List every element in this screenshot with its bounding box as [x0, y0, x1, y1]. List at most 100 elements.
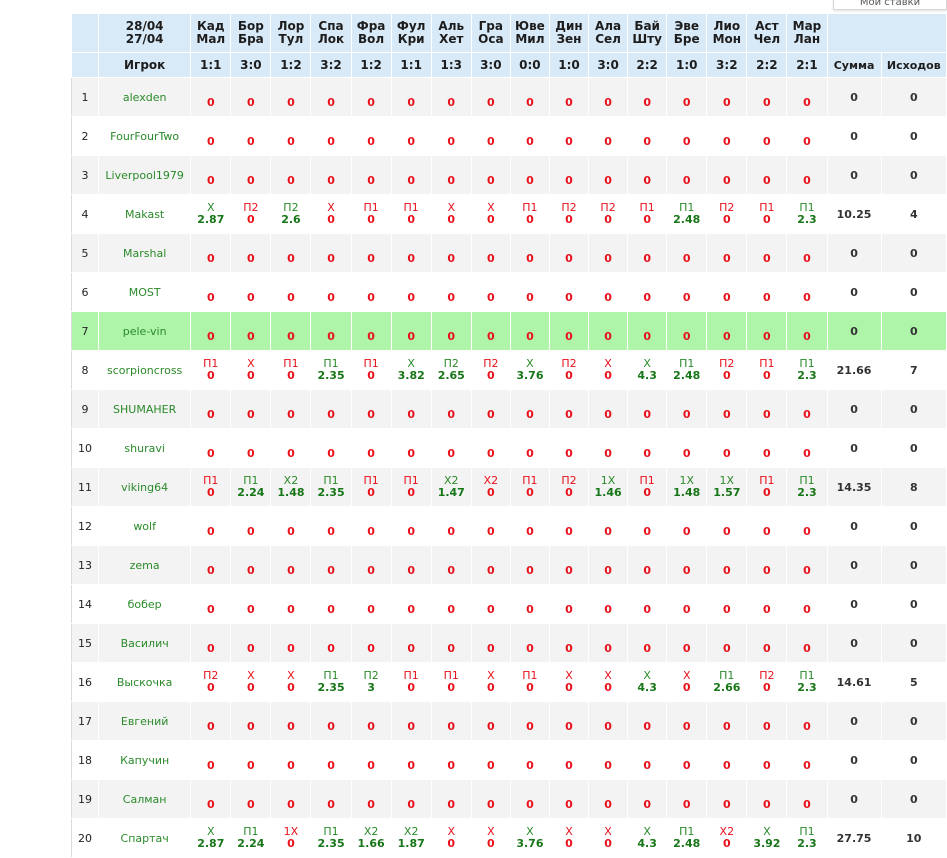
- match-header[interactable]: Мар Лан: [786, 13, 828, 53]
- match-header[interactable]: Фра Вол: [350, 13, 392, 53]
- table-row: 15 Василич 0 0 0 0 0 0 0 0 0 0 0 0 0 0 0 0 0 0: [70, 623, 947, 663]
- prediction-odds: 0: [287, 642, 295, 655]
- match-header[interactable]: Аль Хет: [430, 13, 472, 53]
- prediction-odds: 0: [487, 837, 495, 850]
- prediction-odds: 0: [722, 213, 731, 226]
- prediction-odds: 0: [287, 135, 295, 148]
- prediction-odds: 0: [206, 642, 215, 655]
- match-header[interactable]: Дин Зен: [548, 13, 590, 53]
- player-name[interactable]: FourFourTwo: [98, 116, 192, 156]
- prediction-odds: 0: [367, 135, 375, 148]
- prediction-odds: 0: [565, 486, 573, 499]
- prediction-odds: 0: [565, 213, 573, 226]
- prediction-cell: 0: [627, 623, 668, 663]
- player-name[interactable]: Выскочка: [98, 662, 192, 702]
- prediction-odds: 0: [407, 486, 415, 499]
- match-header[interactable]: Лор Тул: [270, 13, 312, 53]
- player-name[interactable]: бобер: [98, 584, 192, 624]
- prediction-cell: 0: [746, 311, 788, 351]
- player-name[interactable]: Marshal: [98, 233, 192, 273]
- prediction-cell: П1 0: [509, 467, 550, 507]
- player-name[interactable]: viking64: [98, 467, 192, 507]
- prediction-cell: 0: [627, 428, 668, 468]
- prediction-odds: 0: [447, 525, 456, 538]
- match-header[interactable]: Эве Бре: [666, 13, 708, 53]
- outcomes-value: 0: [880, 233, 947, 273]
- prediction-cell: П1 0: [509, 194, 550, 234]
- my-bets-button[interactable]: Мои ставки: [833, 0, 947, 10]
- player-name[interactable]: Makast: [98, 194, 192, 234]
- prediction-odds: 0: [407, 759, 415, 772]
- prediction-cell: П1 2.3: [786, 467, 828, 507]
- prediction-cell: 0: [627, 311, 668, 351]
- match-away-team: Чел: [753, 32, 781, 46]
- prediction-odds: 0: [763, 174, 771, 187]
- prediction-odds: 0: [763, 720, 771, 733]
- prediction-cell: 0: [430, 701, 472, 741]
- prediction-odds: 0: [287, 174, 295, 187]
- match-score: 2:2: [627, 52, 668, 78]
- player-name[interactable]: zema: [98, 545, 192, 585]
- prediction-cell: 0: [390, 545, 432, 585]
- match-header[interactable]: Бор Бра: [230, 13, 272, 53]
- prediction-cell: 0: [588, 233, 629, 273]
- player-name[interactable]: Василич: [98, 623, 192, 663]
- player-name[interactable]: shuravi: [98, 428, 192, 468]
- prediction-odds: 0: [763, 408, 771, 421]
- prediction-odds: 0: [407, 603, 415, 616]
- player-name[interactable]: MOST: [98, 272, 192, 312]
- prediction-cell: Х0: [470, 194, 511, 234]
- match-header[interactable]: Фул Кри: [390, 13, 432, 53]
- prediction-odds: 0: [526, 447, 534, 460]
- prediction-odds: 0: [682, 174, 691, 187]
- prediction-odds: 0: [407, 720, 415, 733]
- prediction-cell: 0: [666, 584, 708, 624]
- player-name[interactable]: Спартач: [98, 818, 192, 858]
- match-header[interactable]: Лио Мон: [706, 13, 748, 53]
- date-bottom: 27/04: [125, 32, 164, 46]
- prediction-odds: 0: [682, 798, 691, 811]
- prediction-cell: 0: [350, 545, 392, 585]
- prediction-odds: 0: [327, 759, 335, 772]
- outcomes-value: 0: [880, 506, 947, 546]
- prediction-cell: 0: [470, 272, 511, 312]
- match-header[interactable]: Бай Шту: [627, 13, 668, 53]
- prediction-odds: 0: [526, 408, 534, 421]
- match-header[interactable]: Кад Мал: [190, 13, 232, 53]
- match-home-team: Фра: [356, 19, 386, 33]
- player-name[interactable]: Капучин: [98, 740, 192, 780]
- outcomes-value: 0: [880, 77, 947, 117]
- player-name[interactable]: SHUMAHER: [98, 389, 192, 429]
- match-header[interactable]: Гра Оса: [470, 13, 511, 53]
- prediction-odds: 0: [722, 408, 731, 421]
- prediction-odds: 0: [287, 291, 295, 304]
- match-header[interactable]: Аст Чел: [746, 13, 788, 53]
- prediction-odds: 0: [643, 291, 651, 304]
- player-name[interactable]: Liverpool1979: [98, 155, 192, 195]
- prediction-cell: Х0: [310, 194, 352, 234]
- prediction-cell: 0: [627, 272, 668, 312]
- match-home-team: Мар: [792, 19, 822, 33]
- player-name[interactable]: alexden: [98, 77, 192, 117]
- player-name[interactable]: scorpioncross: [98, 350, 192, 390]
- player-name[interactable]: Евгений: [98, 701, 192, 741]
- prediction-odds: 0: [206, 408, 215, 421]
- player-name[interactable]: wolf: [98, 506, 192, 546]
- prediction-cell: Х 4.3: [627, 662, 668, 702]
- match-header[interactable]: Юве Мил: [509, 13, 550, 53]
- prediction-cell: Х0: [270, 662, 312, 702]
- outcomes-value: 0: [880, 701, 947, 741]
- prediction-cell: 0: [470, 116, 511, 156]
- prediction-odds: 0: [722, 720, 731, 733]
- prediction-cell: Х0: [588, 350, 629, 390]
- prediction-odds: 0: [604, 642, 612, 655]
- player-name[interactable]: Салман: [98, 779, 192, 819]
- prediction-cell: 0: [509, 155, 550, 195]
- match-header[interactable]: Ала Сел: [588, 13, 629, 53]
- prediction-odds: 0: [526, 525, 534, 538]
- prediction-cell: 0: [230, 311, 272, 351]
- num-header: [70, 52, 100, 78]
- prediction-odds: 0: [447, 447, 456, 460]
- match-header[interactable]: Спа Лок: [310, 13, 352, 53]
- player-name[interactable]: pele-vin: [98, 311, 192, 351]
